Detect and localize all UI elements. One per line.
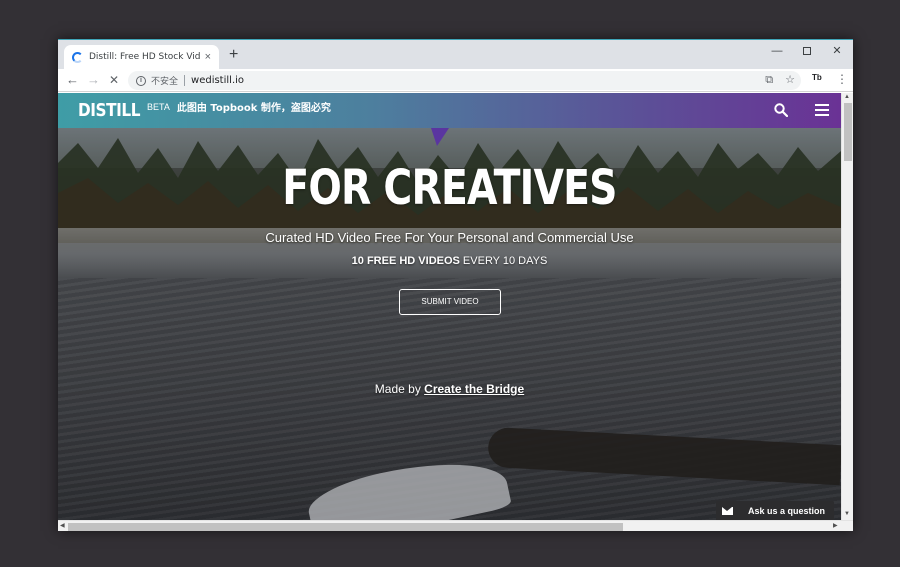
browser-window: Distill: Free HD Stock Video & × + — ✕ ←…: [58, 39, 853, 531]
hero-section: FOR CREATIVES Curated HD Video Free For …: [58, 128, 841, 520]
browser-tab[interactable]: Distill: Free HD Stock Video & ×: [64, 45, 219, 69]
made-by-prefix: Made by: [374, 382, 425, 396]
search-icon[interactable]: [774, 103, 788, 117]
accent-shape: [431, 128, 449, 146]
extension-button[interactable]: Tb: [812, 73, 822, 82]
horizontal-scrollbar[interactable]: ◀ ▶: [58, 520, 853, 531]
bookmark-star-icon[interactable]: ☆: [785, 73, 795, 88]
hero-tagline: 10 FREE HD VIDEOS EVERY 10 DAYS: [58, 255, 841, 267]
made-by-credit: Made by Create the Bridge: [58, 382, 841, 396]
omnibox-actions: ⧉ ☆: [765, 73, 795, 88]
vertical-scroll-thumb[interactable]: [844, 103, 852, 161]
site-logo[interactable]: DISTILL: [78, 100, 141, 121]
back-button[interactable]: ←: [66, 72, 79, 88]
minimize-button[interactable]: —: [765, 44, 789, 58]
address-bar[interactable]: i 不安全 wedistill.io ⧉ ☆: [128, 71, 801, 90]
loading-spinner-icon: [72, 51, 83, 63]
new-tab-button[interactable]: +: [229, 47, 238, 63]
forward-button[interactable]: →: [87, 72, 100, 88]
maximize-button[interactable]: [795, 44, 819, 58]
beta-badge: BETA: [147, 101, 170, 112]
window-close-button[interactable]: ✕: [825, 44, 849, 58]
vertical-scrollbar[interactable]: ▲ ▼: [841, 93, 853, 520]
url-text[interactable]: wedistill.io: [191, 75, 244, 86]
browser-toolbar: ← → ✕ i 不安全 wedistill.io ⧉ ☆ Tb ⋮: [58, 69, 853, 92]
stop-loading-button[interactable]: ✕: [109, 72, 119, 88]
hero-title: FOR CREATIVES: [282, 160, 617, 216]
submit-video-button[interactable]: SUBMIT VIDEO: [399, 289, 501, 315]
mail-icon: [722, 507, 733, 515]
horizontal-scroll-thumb[interactable]: [68, 523, 623, 531]
tab-strip: Distill: Free HD Stock Video & × + — ✕: [58, 40, 853, 69]
scroll-up-icon[interactable]: ▲: [844, 94, 850, 100]
scroll-down-icon[interactable]: ▼: [844, 511, 850, 517]
scroll-left-icon[interactable]: ◀: [60, 522, 65, 529]
tagline-rest: EVERY 10 DAYS: [459, 255, 548, 267]
info-icon[interactable]: i: [136, 75, 146, 86]
tagline-bold: 10 FREE HD VIDEOS: [351, 255, 460, 267]
browser-menu-icon[interactable]: ⋮: [836, 72, 848, 86]
tab-close-icon[interactable]: ×: [205, 51, 211, 63]
scroll-right-icon[interactable]: ▶: [833, 522, 838, 529]
watermark-notice: 此图由 Topbook 制作，盗图必究: [176, 103, 331, 114]
ask-question-label: Ask us a question: [748, 506, 826, 516]
maximize-icon: [803, 47, 811, 56]
tab-title: Distill: Free HD Stock Video &: [89, 52, 201, 62]
ask-question-chat-button[interactable]: Ask us a question: [716, 501, 834, 520]
divider: [184, 75, 186, 86]
translate-icon[interactable]: ⧉: [765, 73, 773, 88]
site-header: DISTILL BETA 此图由 Topbook 制作，盗图必究: [58, 93, 841, 128]
page-viewport: DISTILL BETA 此图由 Topbook 制作，盗图必究 FOR CRE…: [58, 93, 853, 531]
create-the-bridge-link[interactable]: Create the Bridge: [424, 382, 524, 396]
hero-subtitle: Curated HD Video Free For Your Personal …: [265, 230, 634, 245]
hamburger-menu-icon[interactable]: [815, 104, 829, 116]
security-label: 不安全: [151, 77, 179, 87]
